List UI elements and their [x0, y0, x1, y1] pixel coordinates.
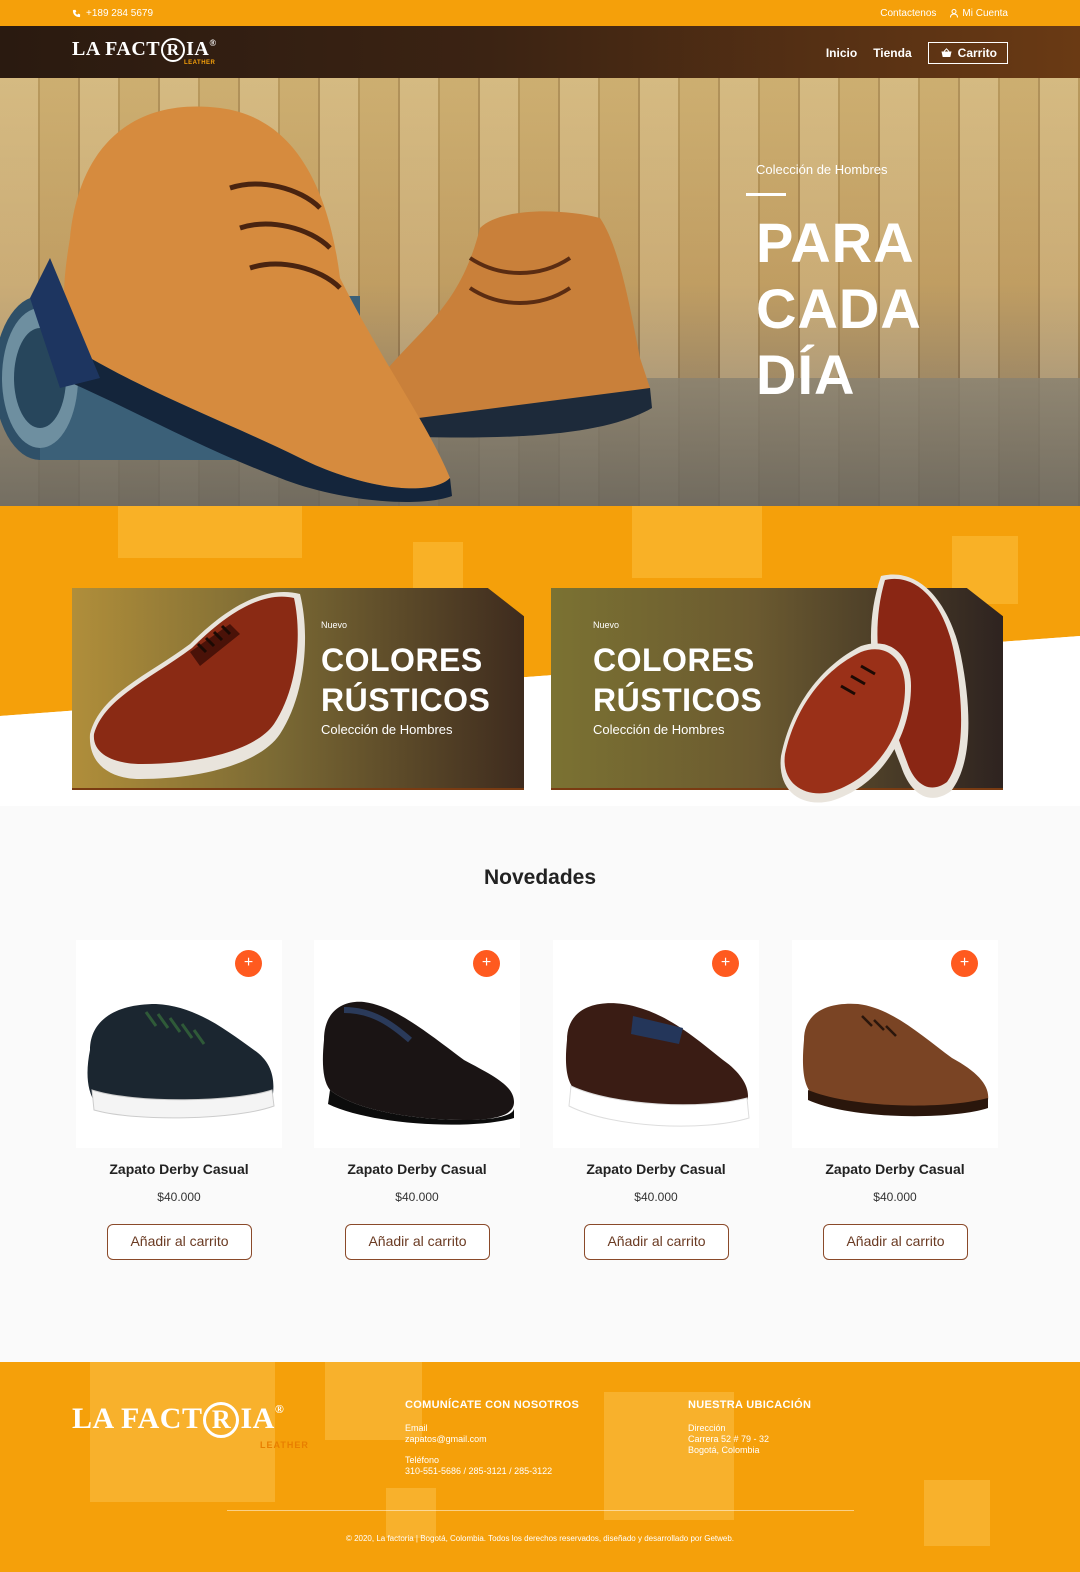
footer-phones[interactable]: 310-551-5686 / 285-3121 / 285-3122 — [405, 1466, 579, 1477]
footer-city: Bogotá, Colombia — [688, 1445, 760, 1455]
footer-email-label: Email — [405, 1423, 428, 1433]
footer-phone-label: Teléfono — [405, 1455, 440, 1465]
quick-add-plus-button[interactable]: + — [235, 950, 262, 977]
footer-divider — [227, 1510, 854, 1511]
site-footer: LA FACT R IA® LEATHER COMUNÍCATE CON NOSOT… — [0, 1362, 1080, 1572]
add-to-cart-button[interactable]: Añadir al carrito — [345, 1224, 490, 1260]
footer-location-title: NUESTRA UBICACIÓN — [688, 1399, 812, 1411]
logo-subtitle: LEATHER — [184, 60, 216, 66]
product-grid: + Zapato Derby Casual $40.000 Añadir al … — [72, 940, 1008, 1270]
product-name[interactable]: Zapato Derby Casual — [314, 1161, 520, 1177]
add-to-cart-button[interactable]: Añadir al carrito — [107, 1224, 252, 1260]
promo-title-line-2: RÚSTICOS — [321, 682, 491, 718]
quick-add-plus-button[interactable]: + — [473, 950, 500, 977]
product-card[interactable]: + Zapato Derby Casual $40.000 Añadir al … — [792, 940, 998, 1270]
footer-logo-right: IA — [240, 1402, 275, 1435]
footer-contact-column: COMUNÍCATE CON NOSOTROS Email zapatos@gm… — [405, 1400, 579, 1477]
product-card[interactable]: + Zapato Derby Casual $40.000 Añadir al … — [314, 940, 520, 1270]
account-label: Mi Cuenta — [962, 8, 1008, 19]
footer-location-column: NUESTRA UBICACIÓN Dirección Carrera 52 #… — [688, 1400, 811, 1456]
add-to-cart-button[interactable]: Añadir al carrito — [584, 1224, 729, 1260]
hero-line-2: CADA — [756, 277, 922, 340]
phone-number: +189 284 5679 — [86, 8, 154, 19]
logo-circle-letter: R — [161, 38, 186, 62]
hero-text: Colección de Hombres PARA CADA DÍA — [746, 162, 922, 408]
promo-text: Nuevo COLORES RÚSTICOS Colección de Homb… — [593, 620, 762, 737]
hero-headline: PARA CADA DÍA — [756, 210, 922, 408]
brand-logo[interactable]: LA FACT R IA® LEATHER — [72, 38, 217, 66]
product-price: $40.000 — [395, 1190, 439, 1204]
logo-text-left: LA FACT — [72, 38, 161, 60]
hero-line-3: DÍA — [756, 343, 856, 406]
promo-subtitle: Colección de Hombres — [321, 722, 453, 737]
hero-line-1: PARA — [756, 211, 915, 274]
hero-kicker: Colección de Hombres — [756, 162, 888, 177]
product-name[interactable]: Zapato Derby Casual — [553, 1161, 759, 1177]
nav-home-link[interactable]: Inicio — [826, 46, 857, 60]
product-price: $40.000 — [873, 1190, 917, 1204]
quick-add-plus-button[interactable]: + — [951, 950, 978, 977]
cart-label: Carrito — [957, 46, 997, 60]
footer-address: Carrera 52 # 79 - 32 — [688, 1434, 770, 1444]
product-card[interactable]: + Zapato Derby Casual $40.000 Añadir al … — [76, 940, 282, 1270]
promo-tag: Nuevo — [593, 620, 620, 630]
nav-menu: Inicio Tienda Carrito — [826, 42, 1008, 64]
promo-title: COLORES RÚSTICOS — [321, 640, 490, 720]
user-icon — [950, 9, 959, 18]
nav-shop-link[interactable]: Tienda — [873, 46, 911, 60]
top-bar: +189 284 5679 Contactenos Mi Cuenta — [0, 0, 1080, 26]
footer-copyright: © 2020, La factoria | Bogotá, Colombia. … — [345, 1534, 735, 1543]
footer-logo-left: LA FACT — [72, 1402, 203, 1435]
add-to-cart-button[interactable]: Añadir al carrito — [823, 1224, 968, 1260]
footer-contact-title: COMUNÍCATE CON NOSOTROS — [405, 1399, 580, 1411]
promo-subtitle: Colección de Hombres — [593, 722, 725, 737]
hero-banner: Colección de Hombres PARA CADA DÍA — [0, 78, 1080, 506]
footer-logo-registered: ® — [274, 1402, 285, 1416]
hero-divider — [746, 193, 786, 196]
footer-email[interactable]: zapatos@gmail.com — [405, 1434, 579, 1445]
basket-icon — [941, 48, 952, 57]
promo-title-line-1: COLORES — [593, 642, 755, 678]
account-link[interactable]: Mi Cuenta — [950, 8, 1008, 19]
footer-decor-square — [386, 1488, 436, 1538]
product-name[interactable]: Zapato Derby Casual — [76, 1161, 282, 1177]
logo-text-right: IA — [186, 38, 210, 60]
product-price: $40.000 — [634, 1190, 678, 1204]
promo-title-line-1: COLORES — [321, 642, 483, 678]
cart-button[interactable]: Carrito — [927, 42, 1008, 64]
promo-title: COLORES RÚSTICOS — [593, 640, 762, 720]
footer-logo-circle-letter: R — [203, 1402, 240, 1438]
promo-card-1[interactable]: Nuevo COLORES RÚSTICOS Colección de Homb… — [72, 588, 524, 790]
promo-title-line-2: RÚSTICOS — [593, 682, 763, 718]
quick-add-plus-button[interactable]: + — [712, 950, 739, 977]
promo-shoe-image — [780, 574, 969, 803]
section-title: Novedades — [483, 866, 597, 889]
footer-logo-subtitle: LEATHER — [260, 1440, 309, 1450]
phone-icon — [72, 9, 81, 18]
promo-tag: Nuevo — [321, 620, 348, 630]
product-card[interactable]: + Zapato Derby Casual $40.000 Añadir al … — [553, 940, 759, 1270]
contact-link[interactable]: Contactenos — [880, 8, 936, 19]
product-price: $40.000 — [157, 1190, 201, 1204]
footer-logo[interactable]: LA FACT R IA® LEATHER — [72, 1402, 308, 1450]
promo-shoe-image — [89, 592, 306, 779]
footer-address-label: Dirección — [688, 1423, 726, 1433]
product-name[interactable]: Zapato Derby Casual — [792, 1161, 998, 1177]
logo-registered: ® — [209, 38, 217, 48]
main-navbar: LA FACT R IA® LEATHER Inicio Tienda Carrit… — [0, 26, 1080, 78]
promo-text: Nuevo COLORES RÚSTICOS Colección de Homb… — [321, 620, 490, 737]
promo-card-2[interactable]: Nuevo COLORES RÚSTICOS Colección de Homb… — [551, 574, 1003, 803]
topbar-phone[interactable]: +189 284 5679 — [72, 8, 153, 19]
